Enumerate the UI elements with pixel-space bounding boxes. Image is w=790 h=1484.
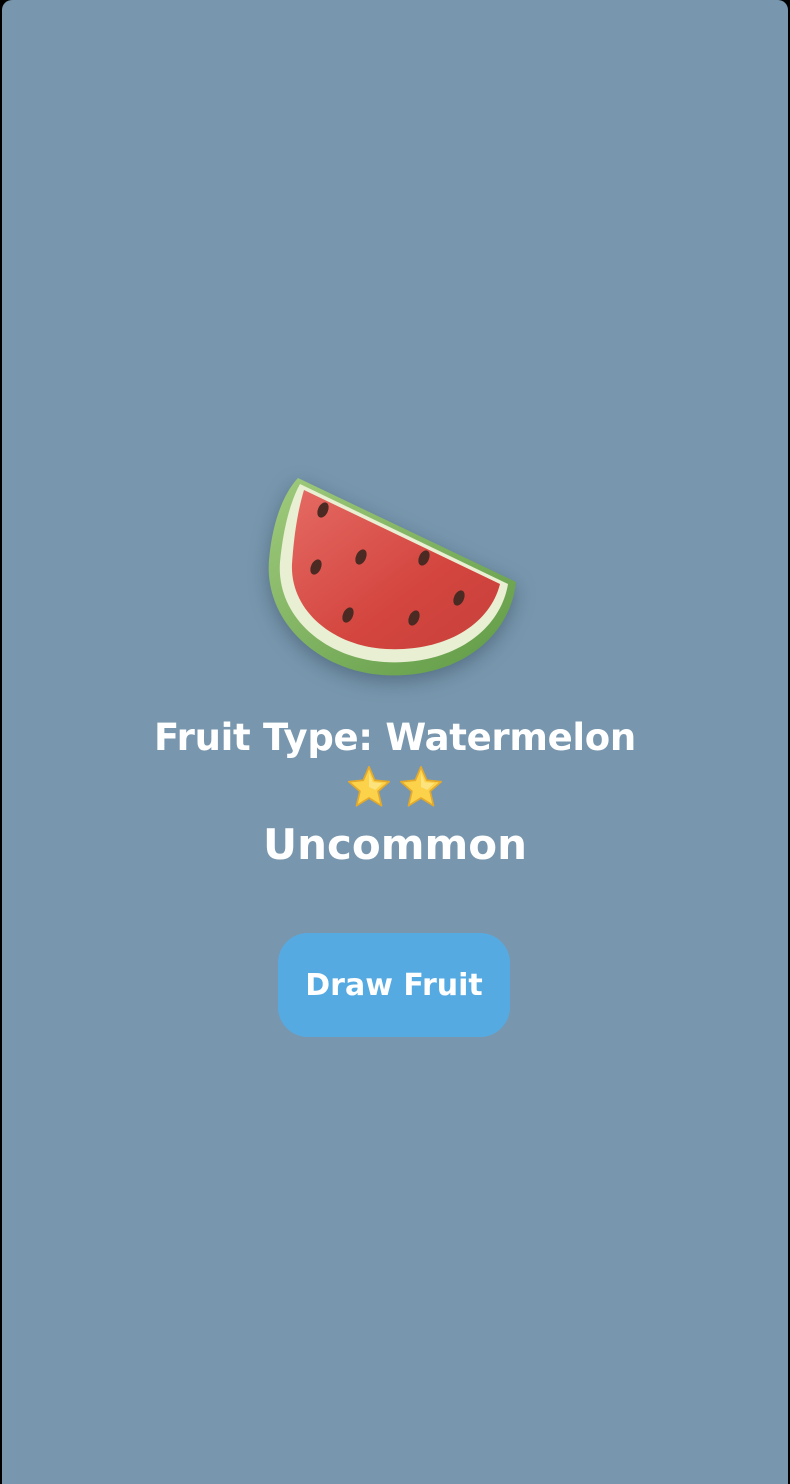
fruit-type-label: Fruit Type: Watermelon (154, 716, 636, 759)
rarity-label: Uncommon (262, 820, 528, 869)
app-screen: Fruit Type: Watermelon Uncommon Draw Fru… (2, 0, 788, 1484)
fruit-image (264, 470, 524, 685)
watermelon-icon (268, 478, 516, 676)
draw-fruit-button[interactable]: Draw Fruit (278, 933, 510, 1037)
star-icon (398, 764, 444, 814)
rarity-stars (2, 764, 788, 814)
star-icon (346, 764, 392, 814)
